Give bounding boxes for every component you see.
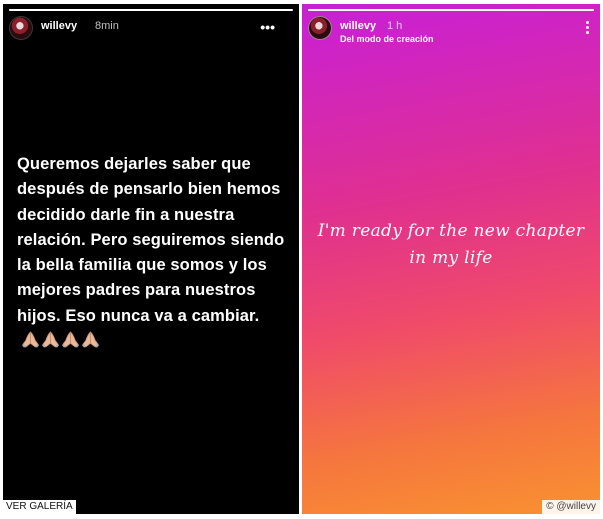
- timestamp: 1 h: [387, 20, 403, 32]
- folded-hands-icon: [21, 331, 40, 348]
- avatar[interactable]: [308, 16, 332, 40]
- story-text: Queremos dejarles saber que después de p…: [17, 152, 295, 354]
- story-message: Queremos dejarles saber que después de p…: [17, 155, 285, 325]
- story-subtitle: Del modo de creación: [340, 34, 434, 44]
- credit-watermark: © @willevy: [542, 500, 600, 514]
- ellipsis-vertical-icon[interactable]: [582, 17, 594, 37]
- story-text-line: I'm ready for the new chapter: [317, 221, 585, 241]
- story-header: willevy 1 h Del modo de creación: [308, 16, 594, 46]
- story-text: I'm ready for the new chapter in my life: [310, 218, 592, 272]
- folded-hands-icon: [61, 331, 80, 348]
- folded-hands-icon: [41, 331, 60, 348]
- story-header: willevy 8min •••: [9, 16, 293, 46]
- story-panel-left[interactable]: willevy 8min ••• Queremos dejarles saber…: [3, 4, 299, 514]
- username[interactable]: willevy: [41, 20, 77, 32]
- timestamp: 8min: [95, 20, 119, 32]
- username[interactable]: willevy: [340, 20, 376, 32]
- folded-hands-icon: [81, 331, 100, 348]
- avatar[interactable]: [9, 16, 33, 40]
- ellipsis-horizontal-icon[interactable]: •••: [260, 17, 275, 37]
- source-watermark: VER GALERÍA: [3, 500, 76, 514]
- story-progress-bar: [9, 9, 293, 11]
- story-panel-right[interactable]: willevy 1 h Del modo de creación I'm rea…: [302, 4, 600, 514]
- story-text-line: in my life: [409, 248, 493, 268]
- folded-hands-emoji-group: [21, 329, 101, 354]
- story-progress-fill: [9, 9, 293, 11]
- story-progress-bar: [308, 9, 594, 11]
- story-progress-fill: [308, 9, 594, 11]
